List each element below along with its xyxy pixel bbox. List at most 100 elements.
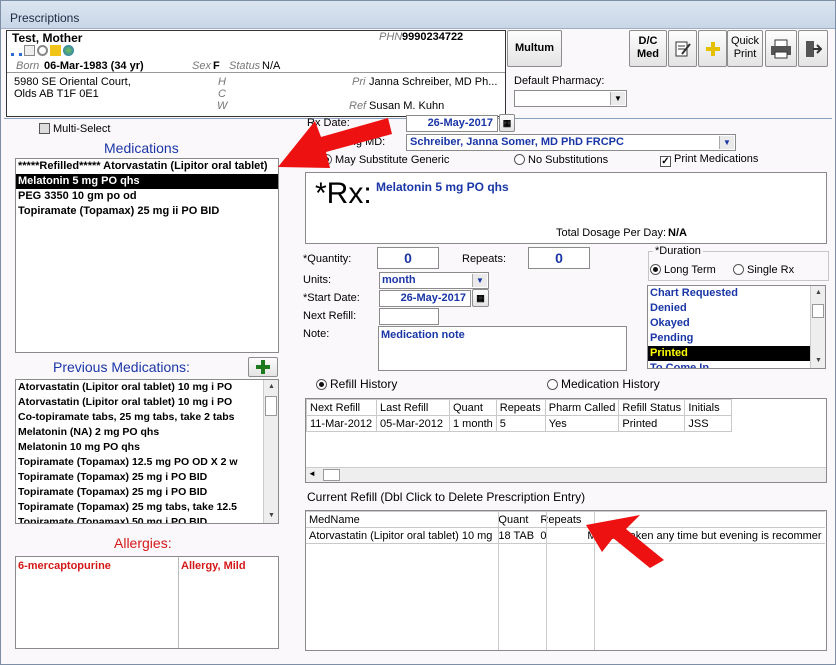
column-header[interactable]: MedName — [306, 511, 496, 528]
chevron-down-icon[interactable]: ▼ — [472, 274, 487, 287]
may-substitute-radio[interactable]: May Substitute Generic — [321, 154, 449, 166]
home-phone-label: H — [218, 76, 226, 88]
column-header[interactable]: Last Refill — [376, 399, 450, 416]
calendar-icon[interactable]: ▦ — [472, 289, 489, 307]
note-field[interactable]: Medication note — [378, 326, 627, 371]
status-scrollbar[interactable]: ▲ ▼ — [810, 286, 825, 368]
column-header[interactable]: Repeats — [495, 399, 546, 416]
multum-button[interactable]: Multum — [507, 30, 562, 67]
edit-button[interactable] — [668, 30, 697, 67]
print-button[interactable] — [765, 30, 797, 67]
refill-status-item[interactable]: Pending — [648, 331, 825, 346]
refill-status-item[interactable]: Okayed — [648, 316, 825, 331]
column-header[interactable]: Quant — [449, 399, 497, 416]
previous-medication-item[interactable]: Atorvastatin (Lipitor oral tablet) 10 mg… — [16, 395, 278, 410]
units-select[interactable]: month ▼ — [379, 272, 489, 289]
referring-md-value: Susan M. Kuhn — [369, 100, 445, 112]
medications-list[interactable]: *****Refilled***** Atorvastatin (Lipitor… — [15, 158, 279, 353]
quantity-field[interactable]: 0 — [377, 247, 439, 269]
column-header[interactable]: Next Refill — [306, 399, 377, 416]
status-value: N/A — [262, 60, 281, 72]
globe-icon[interactable] — [63, 45, 74, 56]
previous-scrollbar[interactable]: ▲ ▼ — [263, 380, 278, 523]
history-hscrollbar[interactable]: ◄ — [306, 467, 826, 482]
folder-icon[interactable] — [50, 45, 61, 56]
add-previous-button[interactable] — [248, 357, 278, 377]
single-rx-radio[interactable]: Single Rx — [733, 264, 794, 276]
column-header[interactable]: Initials — [684, 399, 733, 416]
previous-medication-item[interactable]: Topiramate (Topamax) 50 mg i PO BID — [16, 515, 278, 523]
previous-medication-item[interactable]: Co-topiramate tabs, 25 mg tabs, take 2 t… — [16, 410, 278, 425]
medications-items: *****Refilled***** Atorvastatin (Lipitor… — [16, 159, 278, 219]
table-cell: 0 — [537, 527, 585, 544]
scroll-down-icon[interactable]: ▼ — [264, 509, 278, 523]
document-icon[interactable] — [24, 45, 35, 56]
chevron-down-icon[interactable]: ▼ — [610, 92, 625, 105]
table-cell: May be taken any time but evening is rec… — [584, 527, 825, 544]
table-row[interactable]: 11-Mar-2012 05-Mar-2012 1 month 5 Yes Printed… — [306, 415, 733, 432]
column-header[interactable] — [584, 511, 825, 528]
total-dosage-label: Total Dosage Per Day: — [556, 227, 667, 239]
previous-medication-item[interactable]: Topiramate (Topamax) 12.5 mg PO OD X 2 w — [16, 455, 278, 470]
prescribing-md-value: Schreiber, Janna Somer, MD PhD FRCPC — [410, 136, 624, 148]
refill-history-table[interactable]: Next Refill Last Refill Quant Repeats Pharm … — [305, 398, 827, 483]
scroll-up-icon[interactable]: ▲ — [811, 286, 825, 300]
refill-status-list[interactable]: Chart Requested Denied Okayed Pending Printe… — [647, 285, 826, 369]
scroll-thumb[interactable] — [265, 396, 277, 416]
calendar-icon[interactable]: ▦ — [499, 114, 515, 132]
start-date-field[interactable]: 26-May-2017 — [379, 290, 471, 307]
dots-icon[interactable] — [11, 50, 22, 56]
exit-button[interactable] — [798, 30, 828, 67]
scroll-down-icon[interactable]: ▼ — [811, 354, 825, 368]
refill-status-item[interactable]: Denied — [648, 301, 825, 316]
scroll-up-icon[interactable]: ▲ — [264, 380, 278, 394]
next-refill-field[interactable] — [379, 308, 439, 325]
no-substitutions-radio[interactable]: No Substitutions — [514, 154, 608, 166]
prescribing-md-select[interactable]: Schreiber, Janna Somer, MD PhD FRCPC ▼ — [406, 134, 736, 151]
add-button[interactable] — [698, 30, 727, 67]
column-header[interactable]: Refill Status — [618, 399, 686, 416]
chevron-down-icon[interactable]: ▼ — [719, 136, 734, 149]
medication-item[interactable]: Melatonin 5 mg PO qhs — [16, 174, 278, 189]
refill-status-item[interactable]: Printed — [648, 346, 825, 361]
radio-on-icon — [321, 154, 332, 165]
previous-medication-item[interactable]: Atorvastatin (Lipitor oral tablet) 10 mg… — [16, 380, 278, 395]
total-dosage-value: N/A — [668, 227, 687, 239]
previous-medication-item[interactable]: Topiramate (Topamax) 25 mg tabs, take 12… — [16, 500, 278, 515]
cell-phone-label: C — [218, 88, 226, 100]
medication-item[interactable]: PEG 3350 10 gm po od — [16, 189, 278, 204]
table-row[interactable]: Atorvastatin (Lipitor oral tablet) 10 mg… — [306, 527, 825, 544]
multi-select-checkbox[interactable]: Multi-Select — [39, 123, 110, 135]
default-pharmacy-select[interactable]: ▼ — [514, 90, 627, 107]
previous-medication-item[interactable]: Topiramate (Topamax) 25 mg i PO BID — [16, 485, 278, 500]
magnifier-icon[interactable] — [37, 45, 48, 56]
medication-item[interactable]: Topiramate (Topamax) 25 mg ii PO BID — [16, 204, 278, 219]
medication-item[interactable]: *****Refilled***** Atorvastatin (Lipitor… — [16, 159, 278, 174]
column-header[interactable]: Pharm Called — [544, 399, 620, 416]
repeats-field[interactable]: 0 — [528, 247, 590, 269]
column-header[interactable]: Quant — [495, 511, 538, 528]
multi-select-label: Multi-Select — [53, 123, 111, 135]
refill-history-radio[interactable]: Refill History — [316, 377, 397, 391]
scroll-left-icon[interactable]: ◄ — [308, 469, 316, 478]
previous-medication-item[interactable]: Melatonin 10 mg PO qhs — [16, 440, 278, 455]
print-medications-checkbox[interactable]: ✓ Print Medications — [660, 153, 758, 167]
address-line2: Olds AB T1F 0E1 — [14, 88, 99, 100]
scroll-thumb[interactable] — [323, 469, 340, 481]
refill-status-item[interactable]: Chart Requested — [648, 286, 825, 301]
default-pharmacy-label: Default Pharmacy: — [514, 75, 605, 87]
column-header[interactable]: Repeats — [537, 511, 585, 528]
previous-medication-item[interactable]: Melatonin (NA) 2 mg PO qhs — [16, 425, 278, 440]
refill-status-item[interactable]: To Come In — [648, 361, 825, 368]
long-term-radio[interactable]: Long Term — [650, 264, 716, 276]
title-bar[interactable]: Prescriptions — [1, 1, 835, 29]
allergies-table[interactable]: 6-mercaptopurine Allergy, Mild — [15, 556, 279, 649]
previous-medication-item[interactable]: Topiramate (Topamax) 25 mg i PO BID — [16, 470, 278, 485]
scroll-thumb[interactable] — [812, 304, 824, 318]
current-refill-table[interactable]: MedName Quant Repeats Atorvastatin (Lipitor… — [305, 510, 827, 651]
medication-history-radio[interactable]: Medication History — [547, 377, 660, 391]
previous-medications-list[interactable]: Atorvastatin (Lipitor oral tablet) 10 mg… — [15, 379, 279, 524]
quick-print-button[interactable]: Quick Print — [727, 30, 763, 67]
rx-date-field[interactable]: 26-May-2017 — [406, 115, 498, 132]
dc-med-button[interactable]: D/C Med — [629, 30, 667, 67]
